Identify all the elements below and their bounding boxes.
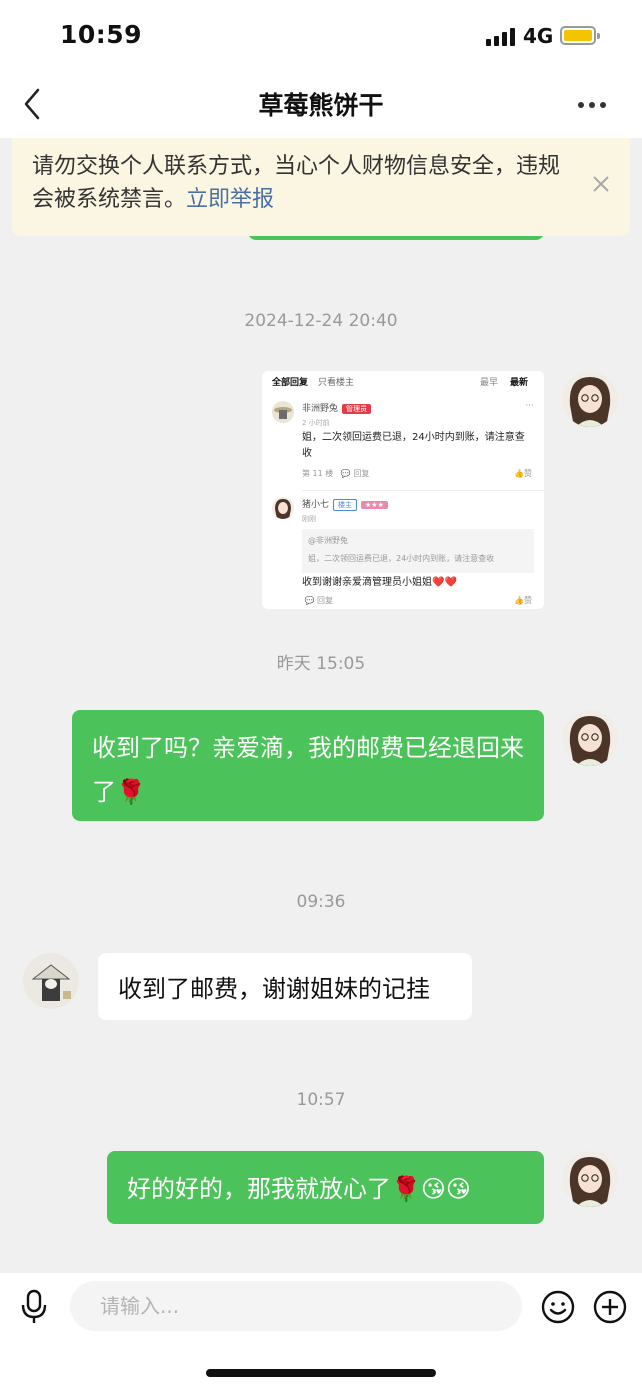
nav-bar: 草莓熊饼干 <box>0 72 642 138</box>
microphone-icon <box>21 1289 47 1323</box>
timestamp: 10:57 <box>296 1090 346 1110</box>
report-link[interactable]: 立即举报 <box>186 187 274 212</box>
network-type: 4G <box>523 24 554 48</box>
emoji-button[interactable] <box>540 1289 576 1325</box>
home-indicator <box>206 1369 436 1377</box>
close-icon <box>593 176 609 192</box>
image-message[interactable]: 全部回复 只看楼主 最早 最新 非洲野兔 管理员 ··· 2 小时前 姐，二次领回运费… <box>262 371 544 609</box>
timestamp: 2024-12-24 20:40 <box>244 311 398 331</box>
image-sort: 最早 最新 <box>479 378 528 388</box>
message-input[interactable] <box>70 1281 522 1331</box>
notice-text: 请勿交换个人联系方式，当心个人财物信息安全，违规会被系统禁言。 <box>32 154 561 212</box>
my-avatar[interactable] <box>562 371 618 427</box>
input-bar <box>0 1273 642 1389</box>
my-avatar[interactable] <box>562 1151 618 1207</box>
more-icon <box>578 102 606 108</box>
safety-notice: 请勿交换个人联系方式，当心个人财物信息安全，违规会被系统禁言。立即举报 <box>12 138 630 236</box>
comment-text: 收到谢谢亲爱滴管理员小姐姐❤️❤️ <box>302 577 457 588</box>
status-bar: 10:59 4G <box>0 0 642 72</box>
chat-area[interactable]: 请勿交换个人联系方式，当心个人财物信息安全，违规会被系统禁言。立即举报 2024… <box>0 138 642 1273</box>
timestamp: 昨天 15:05 <box>276 654 366 674</box>
timestamp: 09:36 <box>296 892 346 912</box>
comment-time: 2 小时前 <box>302 419 330 427</box>
contact-message-bubble[interactable]: 收到了邮费，谢谢姐妹的记挂 <box>98 953 472 1020</box>
comment-meta: 💬 回复 👍赞 <box>302 596 532 605</box>
commenter-avatar <box>272 401 294 423</box>
battery-icon <box>560 26 600 45</box>
plus-circle-icon <box>593 1290 627 1324</box>
smiley-icon <box>541 1290 575 1324</box>
quoted-reply: @非洲野兔 姐，二次领回运费已退，24小时内到账，请注意查收 <box>302 529 534 573</box>
my-message-bubble[interactable]: 收到了吗？亲爱滴，我的邮费已经退回来了🌹 <box>72 710 544 821</box>
image-tabs: 全部回复 只看楼主 <box>272 378 355 388</box>
more-actions-button[interactable] <box>592 1289 628 1325</box>
comment-username: 猪小七 楼主 ★★★ <box>302 497 388 511</box>
comment-time: 刚刚 <box>302 515 316 523</box>
commenter-avatar <box>272 497 294 519</box>
voice-button[interactable] <box>18 1289 50 1325</box>
chat-title: 草莓熊饼干 <box>258 91 384 120</box>
comment-meta: 第 11 楼 💬 回复 👍赞 <box>302 469 532 478</box>
comment-more-icon: ··· <box>525 401 534 411</box>
comment-text: 姐，二次领回运费已退，24小时内到账，请注意查收 <box>302 432 525 459</box>
comment-divider <box>302 490 544 491</box>
status-time: 10:59 <box>60 20 143 49</box>
more-button[interactable] <box>572 90 612 120</box>
my-avatar[interactable] <box>562 710 618 766</box>
comment-username: 非洲野兔 管理员 <box>302 401 372 414</box>
contact-avatar[interactable] <box>23 953 79 1009</box>
close-notice-button[interactable] <box>590 172 612 194</box>
signal-icon <box>486 28 516 46</box>
my-message-bubble[interactable]: 好的好的，那我就放心了🌹😘😘 <box>107 1151 544 1224</box>
